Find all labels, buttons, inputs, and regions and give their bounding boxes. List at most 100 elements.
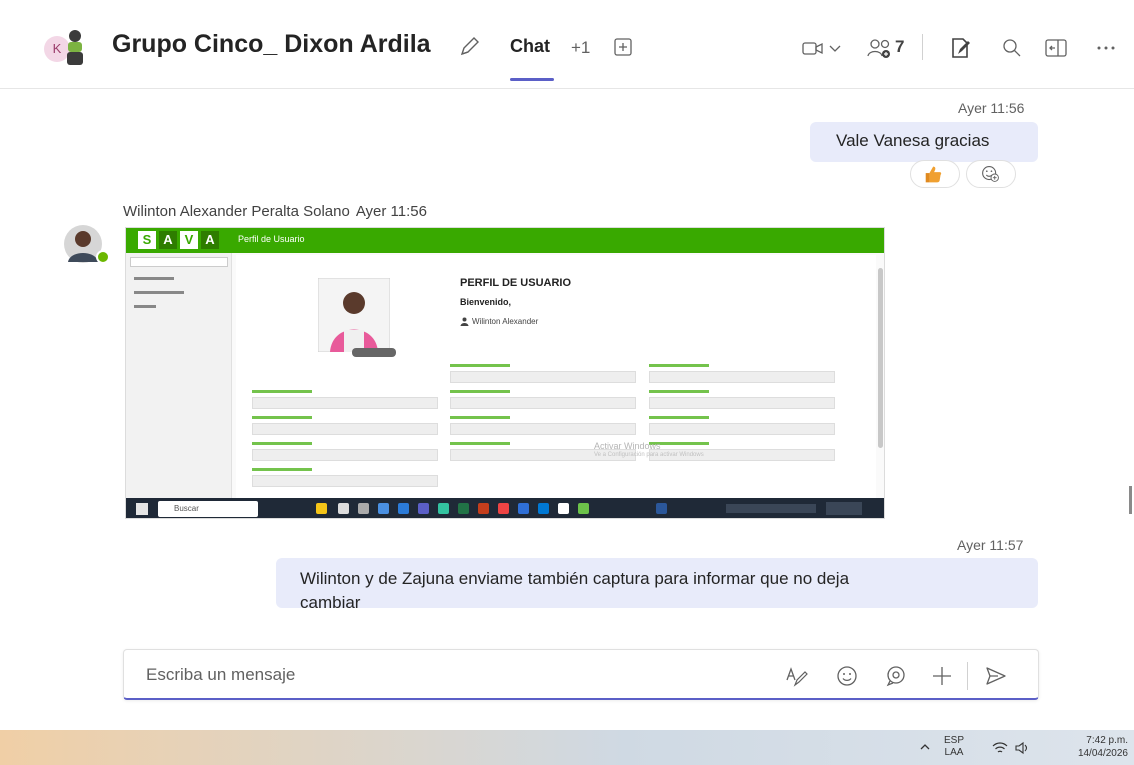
member-photo-icon <box>67 30 83 65</box>
taskbar-app-icon <box>538 503 549 514</box>
sava-logo-letter: A <box>201 231 219 249</box>
notes-edit-icon[interactable] <box>948 36 972 60</box>
compose-divider <box>967 662 968 690</box>
message-sender: Wilinton Alexander Peralta Solano Ayer 11… <box>123 203 427 220</box>
form-label <box>450 416 510 419</box>
message-input[interactable] <box>146 662 746 688</box>
people-icon[interactable] <box>866 36 894 60</box>
sava-profile-panel: PERFIL DE USUARIO Bienvenido, Wilinton A… <box>236 255 876 498</box>
format-icon[interactable] <box>784 664 808 688</box>
taskbar-app-icon <box>518 503 529 514</box>
chat-title: Grupo Cinco_ Dixon Ardila <box>112 30 431 58</box>
message-text-line: cambiar <box>300 593 361 608</box>
form-field <box>649 371 835 383</box>
compose-box <box>123 649 1039 700</box>
taskbar-app-icon <box>316 503 327 514</box>
add-reaction-icon[interactable] <box>966 160 1016 188</box>
screenshot-clock <box>826 502 862 515</box>
message-text-line: Wilinton y de Zajuna enviame también cap… <box>300 569 850 588</box>
sender-name: Wilinton Alexander Peralta Solano <box>123 203 350 220</box>
loop-component-icon[interactable] <box>884 664 908 688</box>
form-label <box>649 364 709 367</box>
taskbar-app-icon <box>578 503 589 514</box>
form-label <box>252 416 312 419</box>
rename-pencil-icon[interactable] <box>458 34 482 58</box>
header-divider-line <box>0 88 1134 89</box>
search-icon[interactable] <box>1001 36 1023 60</box>
screenshot-taskbar: Buscar <box>126 498 884 518</box>
windows-watermark-sub: Ve a Configuración para activar Windows <box>594 452 704 458</box>
sava-logo-letter: V <box>180 231 198 249</box>
form-label <box>252 442 312 445</box>
sava-topbar: S A V A Perfil de Usuario <box>126 228 884 253</box>
taskbar-app-icon <box>358 503 369 514</box>
participants-count[interactable]: 7 <box>895 37 904 57</box>
message-timestamp: Ayer 11:56 <box>958 100 1025 116</box>
sava-menu-lines <box>134 277 184 308</box>
windows-start-icon <box>136 503 148 515</box>
send-icon[interactable] <box>984 664 1008 688</box>
form-label <box>450 442 510 445</box>
chat-header: K Grupo Cinco_ Dixon Ardila Chat +1 7 <box>0 0 1134 88</box>
window-scroll-indicator[interactable] <box>1129 486 1132 514</box>
popout-chat-icon[interactable] <box>1044 36 1068 60</box>
add-attachment-icon[interactable] <box>930 664 954 688</box>
header-divider <box>922 34 923 60</box>
form-field <box>450 423 636 435</box>
profile-photo <box>318 278 390 352</box>
more-options-icon[interactable] <box>1095 36 1117 60</box>
form-label <box>649 416 709 419</box>
language-code: ESP <box>944 735 965 746</box>
profile-user-name: Wilinton Alexander <box>472 317 539 326</box>
keyboard-language[interactable]: ESP LAA <box>944 735 964 759</box>
profile-welcome: Bienvenido, <box>460 297 512 307</box>
sava-section-title: Perfil de Usuario <box>238 234 305 244</box>
message-timestamp: Ayer 11:57 <box>957 537 1024 553</box>
video-call-icon[interactable] <box>802 36 824 60</box>
clock-date: 14/04/2026 <box>1077 748 1128 759</box>
form-label <box>252 468 312 471</box>
form-label <box>450 364 510 367</box>
presence-available-icon <box>96 250 110 264</box>
system-taskbar: ESP LAA 7:42 p.m. 14/04/2026 <box>0 730 1134 765</box>
form-field <box>450 397 636 409</box>
clock-time: 7:42 p.m. <box>1086 735 1128 746</box>
screenshot-tray <box>726 504 816 513</box>
form-field <box>649 423 835 435</box>
speaker-icon[interactable] <box>1014 741 1030 755</box>
message-timestamp: Ayer 11:56 <box>355 203 427 220</box>
group-avatar[interactable]: K <box>44 28 96 70</box>
chevron-down-icon[interactable] <box>828 36 842 60</box>
taskbar-app-icon <box>338 503 349 514</box>
form-field <box>252 397 438 409</box>
screenshot-search-text: Buscar <box>174 504 199 513</box>
sava-sidebar <box>126 253 232 498</box>
add-tab-icon[interactable] <box>613 37 633 57</box>
change-photo-badge <box>352 348 396 357</box>
taskbar-app-icon <box>458 503 469 514</box>
tab-more[interactable]: +1 <box>571 38 590 58</box>
teams-window: K Grupo Cinco_ Dixon Ardila Chat +1 7 Ay… <box>0 0 1134 765</box>
my-message-bubble[interactable]: Wilinton y de Zajuna enviame también cap… <box>276 558 1038 608</box>
like-reaction-icon[interactable] <box>910 160 960 188</box>
taskbar-app-icon <box>478 503 489 514</box>
form-field <box>252 423 438 435</box>
taskbar-app-icon <box>398 503 409 514</box>
taskbar-app-icon <box>498 503 509 514</box>
sava-logo-letter: A <box>159 231 177 249</box>
form-field <box>450 371 636 383</box>
user-icon <box>460 317 469 326</box>
emoji-icon[interactable] <box>835 664 859 688</box>
taskbar-app-icon <box>558 503 569 514</box>
tab-chat[interactable]: Chat <box>510 36 550 57</box>
shared-screenshot-image[interactable]: S A V A Perfil de Usuario PERFIL DE USUA… <box>125 227 885 519</box>
form-field <box>252 449 438 461</box>
system-clock[interactable]: 7:42 p.m. 14/04/2026 <box>1066 734 1128 760</box>
my-message-bubble[interactable]: Vale Vanesa gracias <box>810 122 1038 162</box>
form-field <box>252 475 438 487</box>
wifi-icon[interactable] <box>992 741 1008 755</box>
form-label <box>252 390 312 393</box>
screenshot-search-box <box>158 501 258 517</box>
form-field <box>649 397 835 409</box>
chevron-up-icon[interactable] <box>918 740 932 754</box>
